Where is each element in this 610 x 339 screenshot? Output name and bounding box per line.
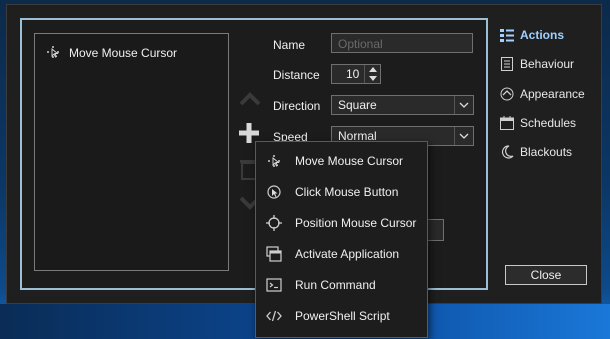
nav-behaviour[interactable]: Behaviour [500, 54, 574, 74]
direction-value: Square [338, 98, 377, 112]
menu-item-label: Position Mouse Cursor [295, 216, 417, 230]
menu-item-label: Run Command [295, 278, 376, 292]
menu-item-activate-application[interactable]: Activate Application [256, 241, 427, 267]
move-up-icon[interactable] [239, 92, 261, 109]
add-action-menu: Move Mouse Cursor Click Mouse Button Pos… [255, 141, 428, 338]
distance-value: 10 [346, 67, 360, 81]
terminal-icon [266, 277, 282, 293]
nav-label: Schedules [520, 116, 577, 130]
list-icon [500, 28, 514, 42]
list-item[interactable]: Move Mouse Cursor [35, 43, 228, 63]
menu-item-label: Move Mouse Cursor [295, 154, 404, 168]
move-cursor-icon [266, 153, 282, 169]
document-icon [500, 57, 514, 71]
close-button-label: Close [530, 268, 562, 282]
eye-icon [500, 87, 514, 101]
nav-actions[interactable]: Actions [500, 25, 564, 45]
menu-item-label: Activate Application [295, 247, 400, 261]
list-item-label: Move Mouse Cursor [69, 46, 178, 60]
menu-item-powershell-script[interactable]: PowerShell Script [256, 303, 427, 329]
move-cursor-icon [45, 44, 61, 63]
direction-label: Direction [273, 99, 321, 113]
distance-stepper[interactable]: 10 [331, 64, 381, 84]
menu-item-move-mouse-cursor[interactable]: Move Mouse Cursor [256, 148, 427, 174]
stepper-down-icon[interactable] [365, 74, 380, 83]
name-placeholder: Optional [338, 37, 383, 51]
action-list[interactable]: Move Mouse Cursor [34, 33, 229, 271]
mouse-click-icon [266, 184, 282, 200]
direction-select[interactable]: Square [331, 95, 474, 115]
stepper-up-icon[interactable] [365, 65, 380, 74]
nav-label: Blackouts [520, 145, 573, 159]
menu-item-label: PowerShell Script [295, 309, 390, 323]
nav-appearance[interactable]: Appearance [500, 84, 585, 104]
menu-item-click-mouse-button[interactable]: Click Mouse Button [256, 179, 427, 205]
calendar-icon [500, 116, 514, 130]
nav-blackouts[interactable]: Blackouts [500, 142, 572, 162]
nav-label: Behaviour [520, 57, 575, 71]
name-input[interactable]: Optional [331, 33, 473, 53]
menu-item-label: Click Mouse Button [295, 185, 399, 199]
menu-item-run-command[interactable]: Run Command [256, 272, 427, 298]
crosshair-icon [266, 215, 282, 231]
nav-label: Actions [520, 28, 565, 42]
close-button[interactable]: Close [505, 265, 587, 285]
chevron-down-icon [454, 96, 473, 114]
moon-icon [500, 145, 514, 159]
chevron-down-icon [454, 127, 473, 145]
menu-item-position-mouse-cursor[interactable]: Position Mouse Cursor [256, 210, 427, 236]
window-icon [266, 246, 282, 262]
name-label: Name [273, 38, 306, 52]
nav-schedules[interactable]: Schedules [500, 113, 576, 133]
distance-label: Distance [273, 68, 320, 82]
nav-label: Appearance [520, 87, 585, 101]
code-icon [266, 308, 282, 324]
